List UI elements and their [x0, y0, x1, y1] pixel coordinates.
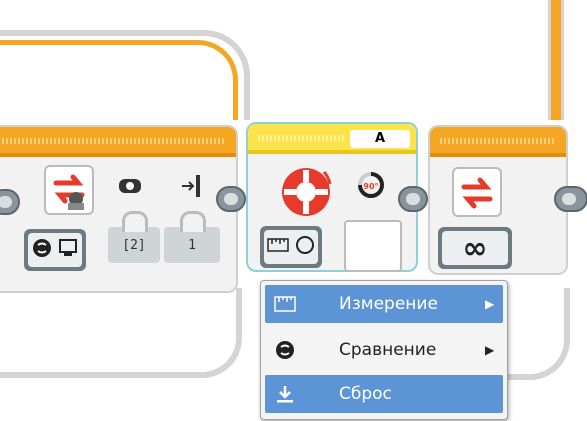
reset-icon [265, 384, 305, 404]
screen-icon [58, 238, 78, 263]
param-tab-1 [122, 211, 148, 232]
param-port[interactable]: [2] [108, 227, 160, 263]
left-connector[interactable] [0, 189, 20, 215]
middle-param-slot[interactable] [344, 220, 402, 272]
block-header-right [430, 127, 566, 157]
loop-interrupt-icon [44, 165, 94, 215]
rotation-label: 90° [363, 182, 378, 191]
middle-mode-selector[interactable] [260, 226, 322, 268]
submenu-arrow-icon: ▶ [485, 297, 495, 311]
param-port-value: [2] [122, 237, 146, 253]
connector-right[interactable] [554, 186, 587, 212]
loop-block[interactable]: ∞ [428, 125, 568, 275]
menu-item-compare[interactable]: Сравнение ▶ [265, 331, 503, 369]
rotation-90-icon: 90° [354, 170, 388, 200]
ruler-icon [267, 235, 289, 259]
loop-mode-selector[interactable]: ∞ [438, 227, 512, 269]
compare-icon [32, 238, 52, 263]
loop-mode-symbol: ∞ [442, 231, 508, 266]
block-header-middle: A [248, 124, 416, 154]
motor-rotation-block[interactable]: A 90° [246, 122, 418, 272]
mode-selector[interactable] [24, 229, 86, 271]
menu-item-measure[interactable]: Измерение ▶ [265, 285, 503, 323]
block-header [0, 127, 236, 157]
measure-icon [265, 295, 305, 313]
submenu-arrow-icon: ▶ [485, 343, 495, 357]
param-value[interactable]: 1 [164, 227, 220, 263]
port-label[interactable]: A [350, 130, 410, 148]
sensor-icon [115, 175, 145, 197]
menu-item-label: Измерение [339, 294, 438, 314]
degrees-icon [295, 235, 315, 260]
wire-top-outline [0, 30, 250, 120]
motor-rotation-icon [276, 162, 336, 222]
menu-item-label: Сравнение [339, 340, 437, 360]
connector-left-middle[interactable] [216, 186, 246, 212]
loop-interrupt-block[interactable]: [2] 1 [0, 125, 238, 293]
compare-icon [265, 340, 305, 360]
connector-middle-right[interactable] [398, 186, 428, 212]
menu-item-reset[interactable]: Сброс [265, 375, 503, 413]
wire-right [548, 0, 564, 120]
wire-bottom-left [0, 288, 242, 378]
loop-icon [452, 167, 502, 217]
param-tab-2 [180, 211, 206, 232]
slider-icon [180, 173, 204, 199]
menu-item-label: Сброс [339, 384, 392, 404]
mode-dropdown-menu: Измерение ▶ Сравнение ▶ Сброс [260, 280, 508, 420]
param-value-value: 1 [188, 237, 196, 253]
